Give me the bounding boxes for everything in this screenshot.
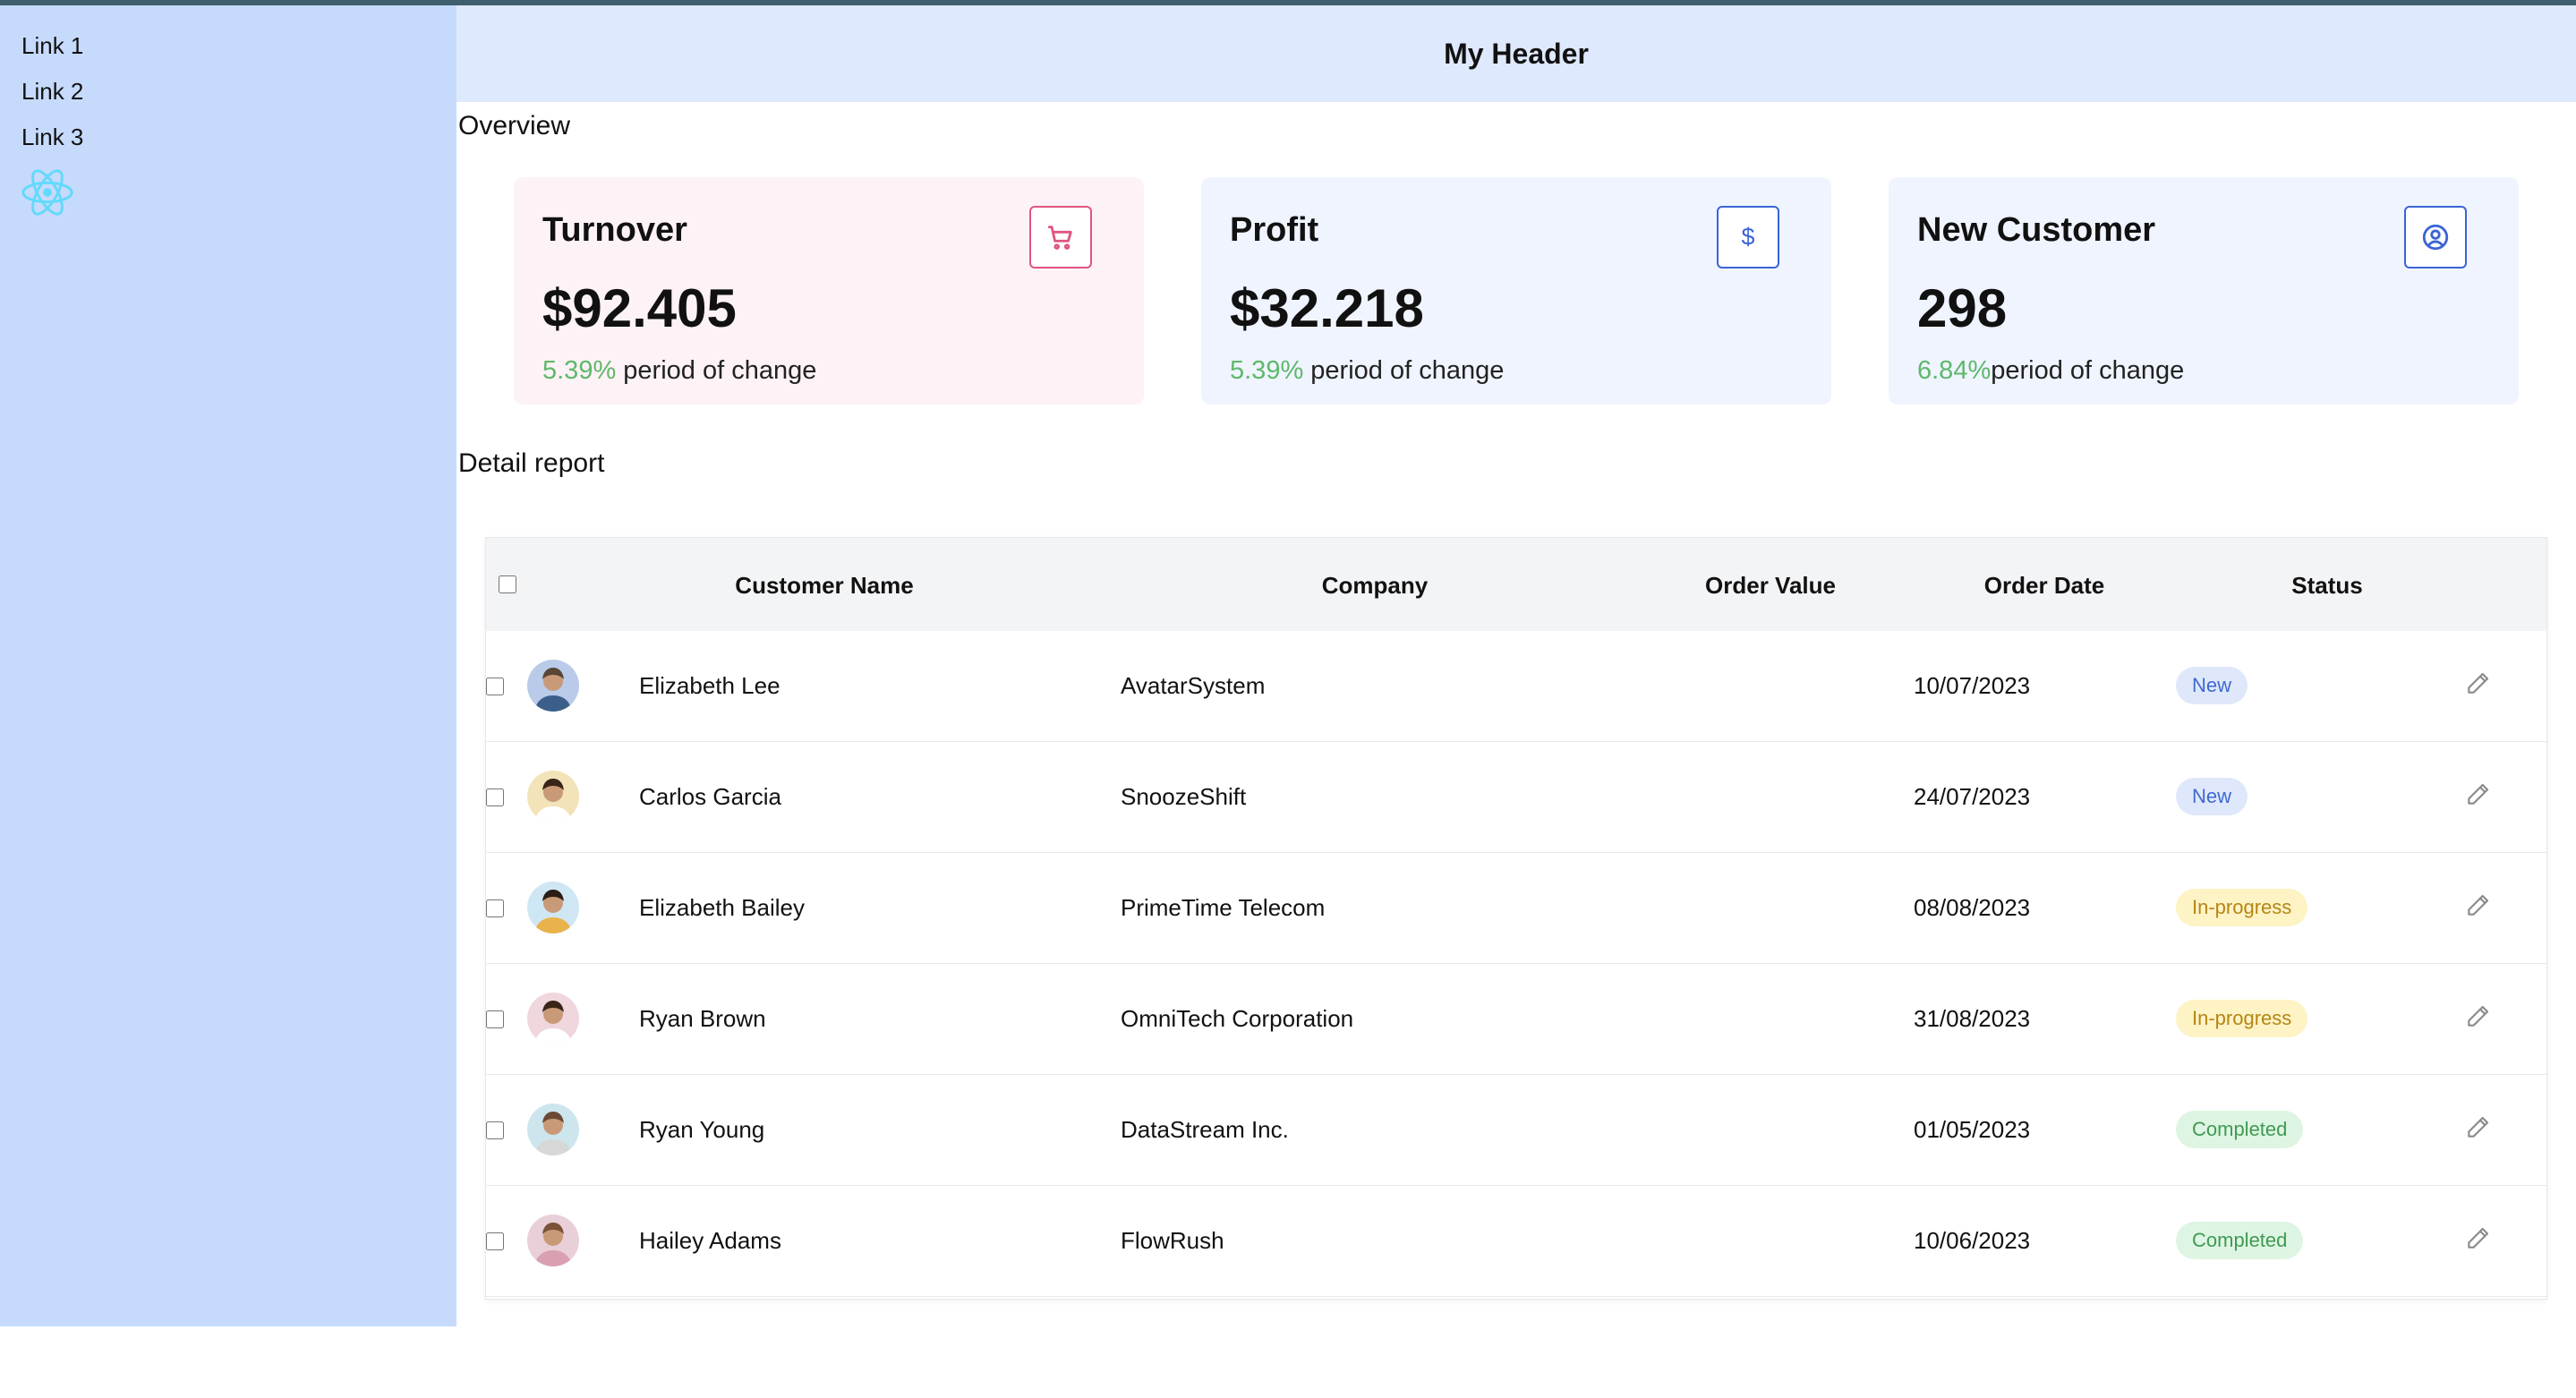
pencil-edit-icon[interactable] (2464, 669, 2493, 697)
pencil-edit-icon[interactable] (2464, 1223, 2493, 1252)
customer-name: Ryan Young (639, 1116, 765, 1143)
react-logo-icon (21, 169, 73, 216)
pencil-edit-icon[interactable] (2464, 780, 2493, 808)
column-header-order-value[interactable]: Order Value (1705, 572, 1836, 600)
row-checkbox[interactable] (486, 1010, 504, 1028)
card-value: 298 (1917, 278, 2008, 338)
change-label: period of change (616, 356, 817, 385)
card-value: $92.405 (542, 278, 737, 338)
table-row[interactable]: Elizabeth Bailey PrimeTime Telecom 08/08/2… (486, 853, 2546, 964)
order-date: 31/08/2023 (1914, 1005, 2031, 1032)
company-name: OmniTech Corporation (1121, 1005, 1354, 1032)
column-header-order-date[interactable]: Order Date (1984, 572, 2104, 600)
table-header: Customer Name Company Order Value Order … (486, 538, 2546, 631)
row-checkbox[interactable] (486, 1232, 504, 1250)
detail-report-table: Customer Name Company Order Value Order … (485, 537, 2547, 1300)
order-date: 10/07/2023 (1914, 672, 2031, 699)
sidebar-link-2[interactable]: Link 2 (21, 78, 83, 106)
row-checkbox[interactable] (486, 1121, 504, 1139)
customer-name: Ryan Brown (639, 1005, 766, 1032)
card-title: Profit (1230, 211, 1319, 249)
sidebar-link-1[interactable]: Link 1 (21, 32, 83, 60)
column-header-status[interactable]: Status (2291, 572, 2362, 600)
row-checkbox[interactable] (486, 789, 504, 806)
table-row[interactable]: Ryan Young DataStream Inc. 01/05/2023 Compl… (486, 1075, 2546, 1186)
new-customer-card: New Customer 298 6.84%period of change (1889, 177, 2519, 405)
company-name: DataStream Inc. (1121, 1116, 1289, 1143)
turnover-card: Turnover $92.405 5.39% period of change (514, 177, 1144, 405)
status-badge: In-progress (2176, 889, 2308, 926)
user-circle-icon (2422, 224, 2449, 251)
row-checkbox[interactable] (486, 899, 504, 917)
pencil-edit-icon[interactable] (2464, 1002, 2493, 1030)
customer-name: Elizabeth Bailey (639, 894, 805, 921)
company-name: PrimeTime Telecom (1121, 894, 1326, 921)
user-avatar-icon (527, 660, 579, 712)
order-date: 08/08/2023 (1914, 894, 2031, 921)
card-change: 5.39% period of change (1230, 356, 1504, 386)
customer-name: Hailey Adams (639, 1227, 781, 1254)
main-content: My Header Overview Turnover $92.405 5.39… (456, 5, 2576, 1326)
turnover-icon-button[interactable] (1029, 206, 1092, 269)
order-date: 01/05/2023 (1914, 1116, 2031, 1143)
card-title: New Customer (1917, 211, 2156, 249)
profit-icon-button[interactable]: $ (1717, 206, 1779, 269)
company-name: FlowRush (1121, 1227, 1224, 1254)
sidebar: Link 1 Link 2 Link 3 (0, 5, 456, 1326)
status-badge: Completed (2176, 1222, 2304, 1259)
card-value: $32.218 (1230, 278, 1424, 338)
order-date: 24/07/2023 (1914, 783, 2031, 810)
profit-card: Profit $32.218 5.39% period of change $ (1201, 177, 1831, 405)
status-badge: New (2176, 667, 2248, 704)
table-row[interactable]: Carlos Garcia SnoozeShift 24/07/2023 New (486, 742, 2546, 853)
column-header-customer-name[interactable]: Customer Name (735, 572, 913, 600)
detail-report-title: Detail report (458, 448, 605, 478)
status-badge: Completed (2176, 1111, 2304, 1148)
company-name: AvatarSystem (1121, 672, 1266, 699)
new-customer-icon-button[interactable] (2404, 206, 2467, 269)
status-badge: New (2176, 778, 2248, 815)
customer-name: Elizabeth Lee (639, 672, 780, 699)
column-header-company[interactable]: Company (1322, 572, 1428, 600)
overview-title: Overview (458, 111, 571, 141)
change-percent: 5.39% (1230, 356, 1304, 385)
company-name: SnoozeShift (1121, 783, 1247, 810)
shopping-cart-icon (1047, 226, 1072, 250)
table-row[interactable]: Elizabeth Lee AvatarSystem 10/07/2023 New (486, 631, 2546, 742)
card-title: Turnover (542, 211, 687, 249)
customer-name: Carlos Garcia (639, 783, 781, 810)
pencil-edit-icon[interactable] (2464, 891, 2493, 919)
user-avatar-icon (527, 771, 579, 823)
status-badge: In-progress (2176, 1000, 2308, 1037)
user-avatar-icon (527, 882, 579, 933)
change-percent: 5.39% (542, 356, 617, 385)
header-title: My Header (1444, 37, 1589, 70)
table-row[interactable]: Hailey Adams FlowRush 10/06/2023 Completed (486, 1186, 2546, 1297)
dollar-icon: $ (1742, 224, 1755, 251)
user-avatar-icon (527, 1104, 579, 1155)
order-date: 10/06/2023 (1914, 1227, 2031, 1254)
row-checkbox[interactable] (486, 678, 504, 695)
user-avatar-icon (527, 1215, 579, 1266)
change-label: period of change (1991, 356, 2185, 385)
user-avatar-icon (527, 993, 579, 1044)
card-change: 5.39% period of change (542, 356, 816, 386)
svg-text:$: $ (1742, 224, 1755, 251)
sidebar-link-3[interactable]: Link 3 (21, 124, 83, 151)
page-header: My Header (456, 5, 2576, 102)
pencil-edit-icon[interactable] (2464, 1112, 2493, 1141)
table-row[interactable]: Ryan Brown OmniTech Corporation 31/08/2023… (486, 964, 2546, 1075)
select-all-checkbox[interactable] (499, 575, 516, 593)
card-change: 6.84%period of change (1917, 356, 2184, 386)
change-percent: 6.84% (1917, 356, 1992, 385)
change-label: period of change (1303, 356, 1505, 385)
